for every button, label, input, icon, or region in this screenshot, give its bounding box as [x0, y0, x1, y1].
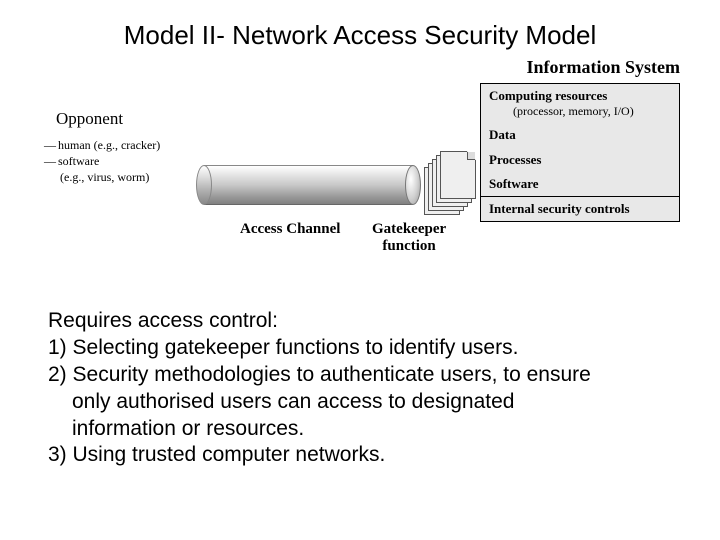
info-computing-label: Computing resources: [489, 88, 607, 103]
dash-icon: —: [44, 137, 58, 153]
bullet-2a: 2) Security methodologies to authenticat…: [48, 362, 676, 389]
info-internal: Internal security controls: [481, 196, 679, 221]
bullet-1: 1) Selecting gatekeeper functions to ide…: [48, 335, 676, 362]
info-system-box: Computing resources (processor, memory, …: [480, 83, 680, 222]
info-system-heading: Information System: [527, 57, 681, 78]
info-software-label: Software: [489, 176, 539, 191]
gatekeeper-label-l2: function: [382, 238, 435, 254]
bullet-intro: Requires access control:: [48, 308, 676, 335]
dash-icon: —: [44, 153, 58, 169]
info-software: Software: [481, 172, 679, 196]
info-internal-label: Internal security controls: [489, 201, 630, 216]
info-computing: Computing resources (processor, memory, …: [481, 84, 679, 123]
bullet-2c: information or resources.: [48, 416, 676, 443]
opponent-software-sub: (e.g., virus, worm): [44, 169, 160, 185]
gatekeeper-label: Gatekeeper function: [372, 221, 446, 256]
info-processes: Processes: [481, 148, 679, 172]
access-channel-label: Access Channel: [240, 221, 340, 238]
access-channel-icon: [196, 165, 421, 205]
gatekeeper-label-l1: Gatekeeper: [372, 221, 446, 237]
bullet-2b: only authorised users can access to desi…: [48, 389, 676, 416]
info-data-label: Data: [489, 127, 516, 142]
diagram-area: Information System Computing resources (…: [40, 57, 680, 292]
info-computing-sub: (processor, memory, I/O): [489, 104, 671, 119]
info-processes-label: Processes: [489, 152, 541, 167]
page-title: Model II- Network Access Security Model: [0, 0, 720, 57]
gatekeeper-files-icon: [424, 151, 472, 219]
opponent-row-human: —human (e.g., cracker): [44, 137, 160, 153]
info-data: Data: [481, 123, 679, 147]
opponent-block: Opponent —human (e.g., cracker) —softwar…: [44, 109, 160, 186]
opponent-software-text: software: [58, 154, 99, 168]
bullet-3: 3) Using trusted computer networks.: [48, 442, 676, 469]
bullet-list: Requires access control: 1) Selecting ga…: [48, 308, 676, 469]
opponent-human-text: human (e.g., cracker): [58, 138, 160, 152]
opponent-heading: Opponent: [44, 109, 160, 129]
opponent-row-software: —software (e.g., virus, worm): [44, 153, 160, 185]
